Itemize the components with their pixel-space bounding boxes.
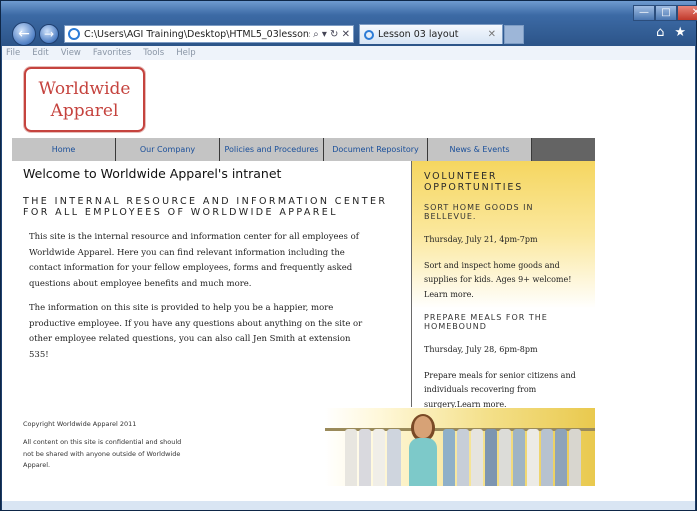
intro-paragraph: This site is the internal resource and i…	[29, 232, 359, 289]
back-arrow-icon[interactable]: ←	[12, 22, 36, 46]
event-1-title: SORT HOME GOODS IN BELLEVUE.	[424, 203, 534, 221]
event-1-date: Thursday, July 21, 4pm-7pm	[424, 235, 538, 244]
main-content: Welcome to Worldwide Apparel's intranet …	[23, 166, 411, 372]
volunteer-sidebar: VOLUNTEER OPPORTUNITIES SORT HOME GOODS …	[411, 161, 595, 409]
address-bar[interactable]: C:\Users\AGI Training\Desktop\HTML5_03le…	[64, 25, 354, 43]
forward-arrow-icon[interactable]: →	[39, 24, 59, 44]
page-title: Welcome to Worldwide Apparel's intranet	[23, 166, 282, 181]
nav-document-repository[interactable]: Document Repository	[324, 138, 428, 161]
new-tab-button[interactable]	[504, 25, 524, 44]
window-controls: — □ ✕	[633, 5, 697, 21]
menu-edit[interactable]: Edit	[32, 48, 48, 58]
nav-news-events[interactable]: News & Events	[428, 138, 532, 161]
sidebar-title: VOLUNTEER OPPORTUNITIES	[424, 171, 524, 193]
site-footer: Copyright Worldwide Apparel 2011 All con…	[23, 420, 223, 472]
site-logo[interactable]: Worldwide Apparel	[24, 67, 145, 132]
page-subtitle: THE INTERNAL RESOURCE AND INFORMATION CE…	[23, 196, 388, 218]
maximize-button[interactable]: □	[655, 5, 677, 21]
info-paragraph: The information on this site is provided…	[29, 303, 363, 360]
minimize-button[interactable]: —	[633, 5, 655, 21]
address-controls[interactable]: ⌕ ▾ ↻ ✕	[310, 29, 353, 40]
status-bar	[2, 501, 695, 510]
menu-help[interactable]: Help	[176, 48, 195, 58]
tab-close-icon[interactable]: ✕	[488, 29, 502, 40]
clothing-rack-image	[325, 408, 595, 486]
close-button[interactable]: ✕	[677, 5, 697, 21]
nav-our-company[interactable]: Our Company	[116, 138, 220, 161]
star-icon[interactable]: ★	[674, 25, 686, 40]
event-2-title: PREPARE MEALS FOR THE HOMEBOUND	[424, 313, 548, 331]
footer-note: All content on this site is confidential…	[23, 438, 182, 469]
tab-label: Lesson 03 layout	[378, 29, 459, 40]
ie-page-icon	[68, 28, 80, 40]
ie-tab-icon	[364, 29, 374, 40]
home-icon[interactable]: ⌂	[656, 25, 664, 40]
menu-file[interactable]: File	[6, 48, 20, 58]
site-nav: Home Our Company Policies and Procedures…	[12, 138, 595, 161]
web-page: Worldwide Apparel Home Our Company Polic…	[12, 60, 595, 486]
logo-line-1: Worldwide	[38, 79, 131, 99]
shopper-figure	[407, 414, 437, 486]
nav-policies[interactable]: Policies and Procedures	[220, 138, 324, 161]
logo-line-2: Apparel	[50, 101, 119, 121]
address-url[interactable]: C:\Users\AGI Training\Desktop\HTML5_03le…	[84, 29, 310, 40]
browser-window: — □ ✕ ← → C:\Users\AGI Training\Desktop\…	[0, 0, 697, 511]
event-2-date: Thursday, July 28, 6pm-8pm	[424, 345, 538, 354]
tab-lesson-03[interactable]: Lesson 03 layout ✕	[359, 24, 503, 44]
menu-bar: File Edit View Favorites Tools Help	[2, 46, 695, 60]
event-1-description[interactable]: Sort and inspect home goods and supplies…	[424, 259, 583, 303]
footer-copyright: Copyright Worldwide Apparel 2011	[23, 420, 137, 428]
event-2-description[interactable]: Prepare meals for senior citizens and in…	[424, 369, 583, 413]
nav-home[interactable]: Home	[12, 138, 116, 161]
menu-tools[interactable]: Tools	[143, 48, 164, 58]
page-viewport: Worldwide Apparel Home Our Company Polic…	[2, 60, 695, 501]
menu-favorites[interactable]: Favorites	[93, 48, 131, 58]
toolbar-icons: ⌂ ★	[656, 25, 686, 40]
menu-view[interactable]: View	[61, 48, 81, 58]
